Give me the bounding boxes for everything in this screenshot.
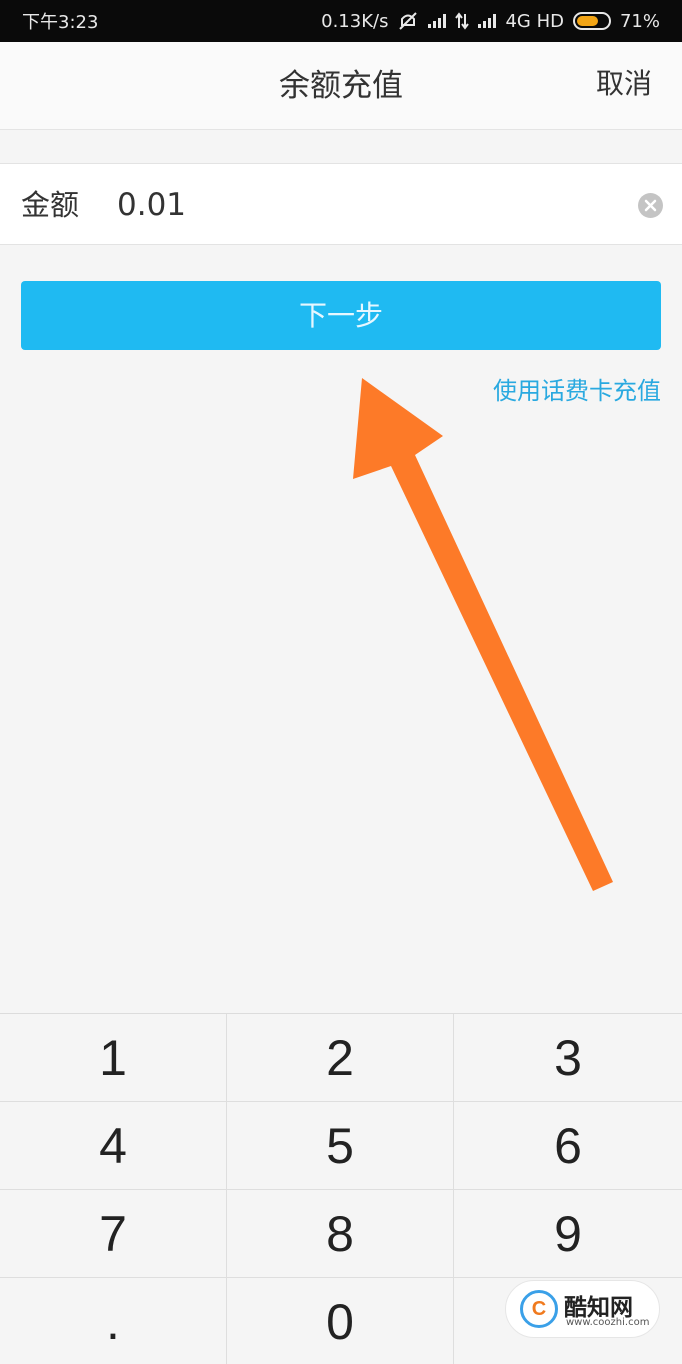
phone-card-recharge-link[interactable]: 使用话费卡充值 [493,371,661,406]
key-4[interactable]: 4 [0,1102,227,1190]
battery-percent: 71% [619,10,660,32]
signal-bars-icon [428,14,447,28]
key-6[interactable]: 6 [454,1102,682,1190]
page-title: 余额充值 [279,68,403,104]
key-1[interactable]: 1 [0,1014,227,1102]
key-2[interactable]: 2 [227,1014,454,1102]
watermark: C 酷知网 www.coozhi.com [505,1280,660,1338]
key-8[interactable]: 8 [227,1190,454,1278]
nav-header: 余额充值 取消 [0,42,682,130]
cancel-button[interactable]: 取消 [596,42,652,126]
amount-row: 金额 [0,163,682,246]
amount-label: 金额 [21,188,80,222]
watermark-url: www.coozhi.com [566,1317,650,1328]
screen: 下午3:23 0.13K/s 4G HD 71% 余额充值 取消 金额 0.01… [0,0,682,1364]
mute-icon [397,11,419,31]
clear-circle-icon[interactable] [638,193,663,218]
status-time: 下午3:23 [22,12,99,33]
amount-input[interactable] [117,164,597,246]
key-0[interactable]: 0 [227,1278,454,1364]
battery-icon [572,12,611,30]
watermark-logo-icon: C [520,1290,558,1328]
next-step-button[interactable]: 下一步 [21,281,661,350]
key-dot[interactable]: . [0,1278,227,1364]
net-speed: 0.13K/s [321,10,389,32]
network-type: 4G HD [505,10,564,32]
data-arrows-icon [455,12,470,30]
status-bar: 下午3:23 0.13K/s 4G HD 71% [0,0,682,42]
key-3[interactable]: 3 [454,1014,682,1102]
key-5[interactable]: 5 [227,1102,454,1190]
key-7[interactable]: 7 [0,1190,227,1278]
key-9[interactable]: 9 [454,1190,682,1278]
status-right: 0.13K/s 4G HD 71% [321,11,660,32]
battery-fill [576,16,599,26]
signal-bars-icon-2 [478,14,497,28]
